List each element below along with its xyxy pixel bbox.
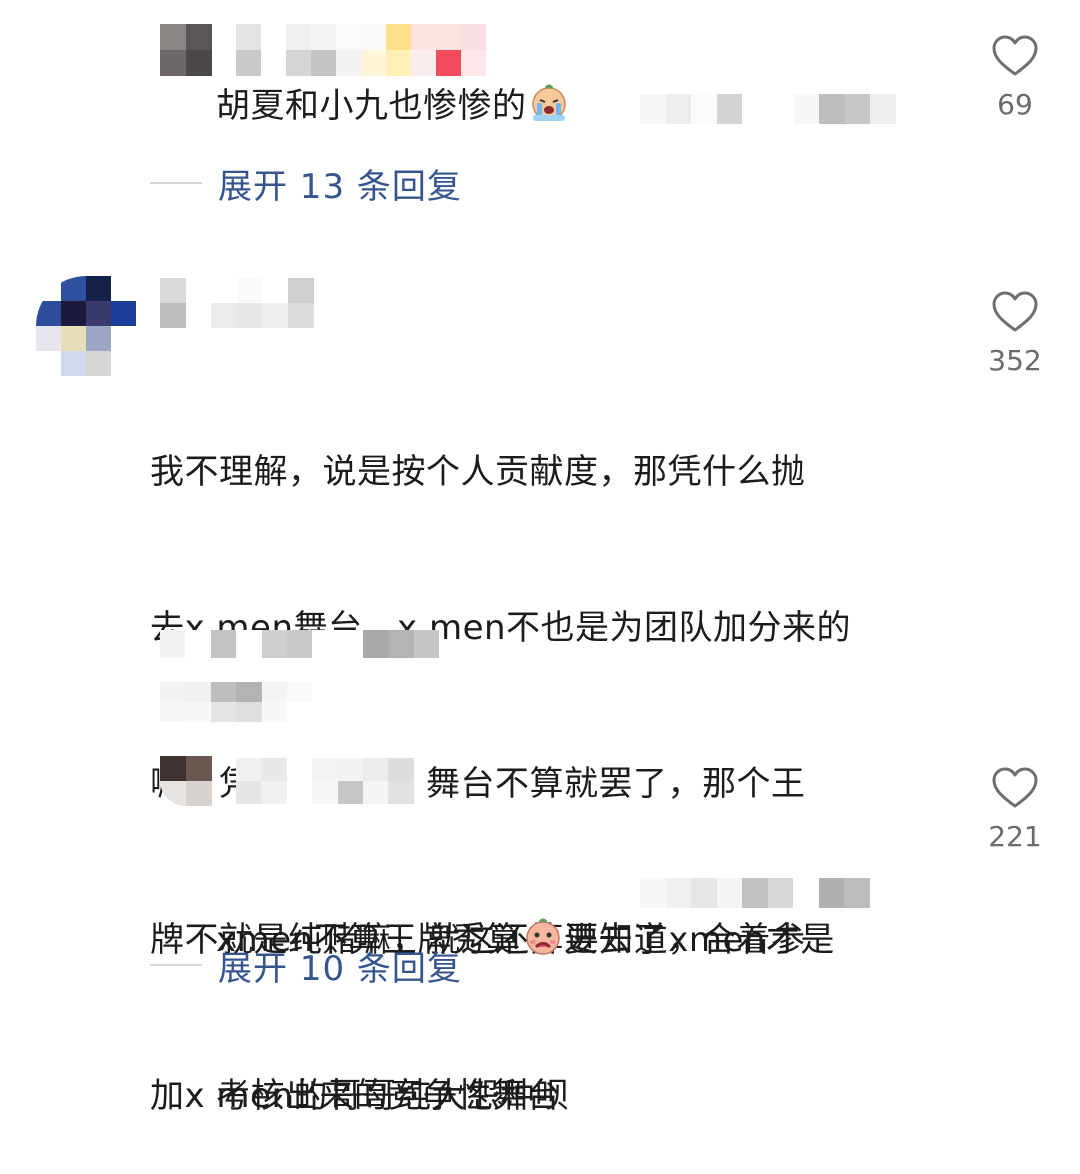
divider (150, 964, 202, 966)
username[interactable] (236, 758, 414, 804)
comment-text: 胡夏和小九也惨惨的 (216, 80, 571, 132)
heart-outline-icon (992, 35, 1038, 76)
like-button[interactable]: 221 (975, 766, 1055, 853)
heart-outline-icon (992, 767, 1038, 808)
crying-face-emoji (529, 83, 569, 123)
comment-meta (640, 94, 896, 124)
avatar[interactable] (36, 276, 136, 376)
comment-line: 考核出来的竞争性舞台 (216, 1076, 561, 1116)
comment-meta (640, 878, 870, 908)
divider (150, 182, 202, 184)
reply-button[interactable] (160, 682, 313, 722)
like-button[interactable]: 69 (975, 34, 1055, 121)
comment-meta (160, 630, 440, 658)
avatar[interactable] (160, 756, 212, 806)
like-count: 69 (997, 88, 1033, 121)
comment-line: 我不理解，说是按个人贡献度，那凭什么抛 (150, 452, 806, 492)
like-count: 221 (988, 820, 1042, 853)
username[interactable] (160, 278, 314, 328)
expand-replies-button[interactable]: 展开 13 条回复 (150, 158, 462, 208)
expand-replies-label: 展开 13 条回复 (218, 166, 462, 207)
expand-replies-label: 展开 10 条回复 (218, 948, 462, 989)
sad-face-emoji (523, 917, 563, 957)
avatar[interactable] (160, 24, 212, 76)
heart-outline-icon (992, 291, 1038, 332)
like-count: 352 (988, 344, 1042, 377)
like-button[interactable]: 352 (975, 290, 1055, 377)
username[interactable] (236, 24, 490, 76)
comment-text: xmen不算王牌秀算 要知道xmen才是 考核出来的竞争性舞台 (216, 810, 835, 1174)
expand-replies-button[interactable]: 展开 10 条回复 (150, 940, 462, 990)
